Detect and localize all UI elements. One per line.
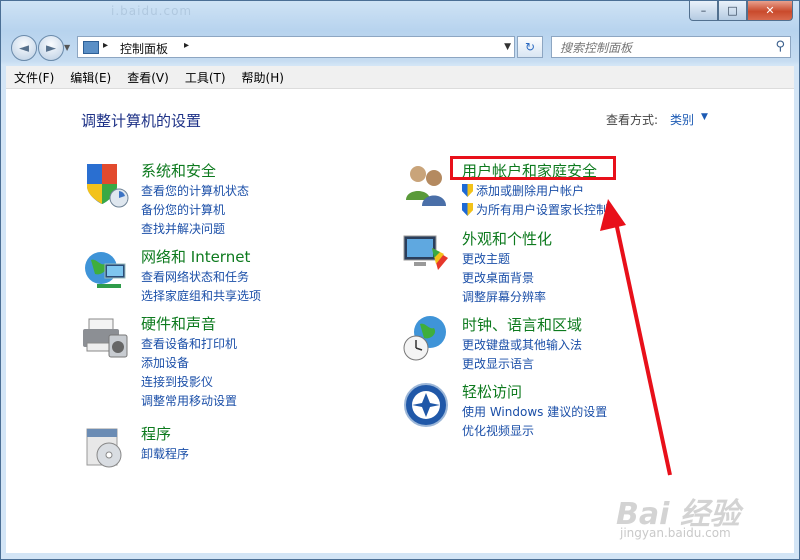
category-title-appearance[interactable]: 外观和个性化 <box>462 228 552 249</box>
category-title-programs[interactable]: 程序 <box>141 423 171 444</box>
minimize-button[interactable]: – <box>689 1 718 21</box>
breadcrumb-separator-icon[interactable]: ▸ <box>103 40 108 51</box>
refresh-icon: ↻ <box>524 40 536 54</box>
menu-view[interactable]: 查看(V) <box>119 66 177 88</box>
category-network-internet: 网络和 Internet 查看网络状态和任务 选择家庭组和共享选项 <box>81 246 381 304</box>
uac-shield-icon <box>462 184 473 197</box>
address-bar[interactable]: ▸ 控制面板 ▸ ▼ <box>77 36 515 58</box>
link-connect-projector[interactable]: 连接到投影仪 <box>141 373 213 390</box>
forward-button[interactable]: ► <box>38 35 64 61</box>
main-content: 调整计算机的设置 查看方式: 类别 ▼ 系统和安全 查看您的计算机状态 备份您的… <box>6 89 794 553</box>
link-optimize-video-display[interactable]: 优化视频显示 <box>462 422 534 439</box>
users-icon[interactable] <box>402 160 450 208</box>
link-add-remove-accounts[interactable]: 添加或删除用户帐户 <box>462 182 584 199</box>
category-title-hardware-sound[interactable]: 硬件和声音 <box>141 313 216 334</box>
category-title-clock-language[interactable]: 时钟、语言和区域 <box>462 314 582 335</box>
link-uninstall-program[interactable]: 卸载程序 <box>141 445 189 462</box>
monitor-palette-icon[interactable] <box>402 228 450 276</box>
navigation-bar: ◄ ► ▼ ▸ 控制面板 ▸ ▼ ↻ ⚲ <box>1 31 799 65</box>
recent-pages-dropdown-icon[interactable]: ▼ <box>64 43 70 52</box>
view-by-label: 查看方式: <box>606 113 659 127</box>
link-troubleshoot[interactable]: 查找并解决问题 <box>141 220 225 237</box>
link-change-theme[interactable]: 更改主题 <box>462 250 510 267</box>
category-title-network-internet[interactable]: 网络和 Internet <box>141 246 250 267</box>
link-devices-printers[interactable]: 查看设备和打印机 <box>141 335 237 352</box>
window-controls: – □ ✕ <box>689 1 793 21</box>
link-add-device[interactable]: 添加设备 <box>141 354 189 371</box>
link-view-computer-status[interactable]: 查看您的计算机状态 <box>141 182 249 199</box>
window-title: i.baidu.com <box>111 4 193 18</box>
search-icon[interactable]: ⚲ <box>775 39 785 54</box>
link-screen-resolution[interactable]: 调整屏幕分辨率 <box>462 288 546 305</box>
breadcrumb-separator-icon[interactable]: ▸ <box>184 40 189 51</box>
link-parental-controls-label: 为所有用户设置家长控制 <box>476 203 609 217</box>
link-change-display-language[interactable]: 更改显示语言 <box>462 355 534 372</box>
shield-icon[interactable] <box>81 160 129 208</box>
ease-of-access-icon[interactable] <box>402 381 450 429</box>
control-panel-window: i.baidu.com – □ ✕ ◄ ► ▼ ▸ 控制面板 ▸ ▼ ↻ ⚲ 文… <box>0 0 800 560</box>
highlight-box <box>450 156 616 180</box>
network-globe-icon[interactable] <box>81 246 129 294</box>
back-arrow-icon: ◄ <box>19 40 29 56</box>
printer-icon[interactable] <box>81 313 129 361</box>
search-box[interactable]: ⚲ <box>551 36 791 58</box>
back-button[interactable]: ◄ <box>11 35 37 61</box>
uac-shield-icon <box>462 203 473 216</box>
annotation-arrow-icon <box>600 199 672 476</box>
link-add-remove-accounts-label: 添加或删除用户帐户 <box>476 184 585 198</box>
menu-help[interactable]: 帮助(H) <box>234 66 292 88</box>
search-input[interactable] <box>558 39 762 57</box>
title-bar[interactable]: i.baidu.com – □ ✕ <box>1 1 799 31</box>
category-programs: 程序 卸载程序 <box>81 423 381 473</box>
refresh-button[interactable]: ↻ <box>517 36 543 58</box>
menu-bar: 文件(F) 编辑(E) 查看(V) 工具(T) 帮助(H) <box>6 66 794 89</box>
link-windows-recommended-settings[interactable]: 使用 Windows 建议的设置 <box>462 403 607 420</box>
maximize-button[interactable]: □ <box>718 1 747 21</box>
page-title: 调整计算机的设置 <box>81 112 202 130</box>
menu-edit[interactable]: 编辑(E) <box>62 66 119 88</box>
programs-icon[interactable] <box>81 423 129 471</box>
category-title-ease-of-access[interactable]: 轻松访问 <box>462 381 522 402</box>
category-title-system-security[interactable]: 系统和安全 <box>141 160 216 181</box>
category-system-security: 系统和安全 查看您的计算机状态 备份您的计算机 查找并解决问题 <box>81 160 381 236</box>
clock-globe-icon[interactable] <box>402 314 450 362</box>
menu-file[interactable]: 文件(F) <box>6 66 62 88</box>
link-parental-controls[interactable]: 为所有用户设置家长控制 <box>462 201 608 218</box>
link-homegroup-sharing[interactable]: 选择家庭组和共享选项 <box>141 287 261 304</box>
category-hardware-sound: 硬件和声音 查看设备和打印机 添加设备 连接到投影仪 调整常用移动设置 <box>81 313 381 408</box>
link-desktop-background[interactable]: 更改桌面背景 <box>462 269 534 286</box>
link-change-input-method[interactable]: 更改键盘或其他输入法 <box>462 336 582 353</box>
chevron-down-icon[interactable]: ▼ <box>701 112 708 122</box>
view-by-dropdown[interactable]: 类别 <box>670 111 694 128</box>
link-network-status[interactable]: 查看网络状态和任务 <box>141 268 249 285</box>
menu-tools[interactable]: 工具(T) <box>177 66 234 88</box>
control-panel-icon <box>83 41 99 54</box>
baidu-watermark-url: jingyan.baidu.com <box>620 526 731 540</box>
breadcrumb-control-panel[interactable]: 控制面板 <box>120 40 168 57</box>
address-dropdown-icon[interactable]: ▼ <box>504 42 511 52</box>
link-mobility-settings[interactable]: 调整常用移动设置 <box>141 392 237 409</box>
forward-arrow-icon: ► <box>46 40 56 56</box>
close-button[interactable]: ✕ <box>747 1 793 21</box>
link-backup-computer[interactable]: 备份您的计算机 <box>141 201 225 218</box>
